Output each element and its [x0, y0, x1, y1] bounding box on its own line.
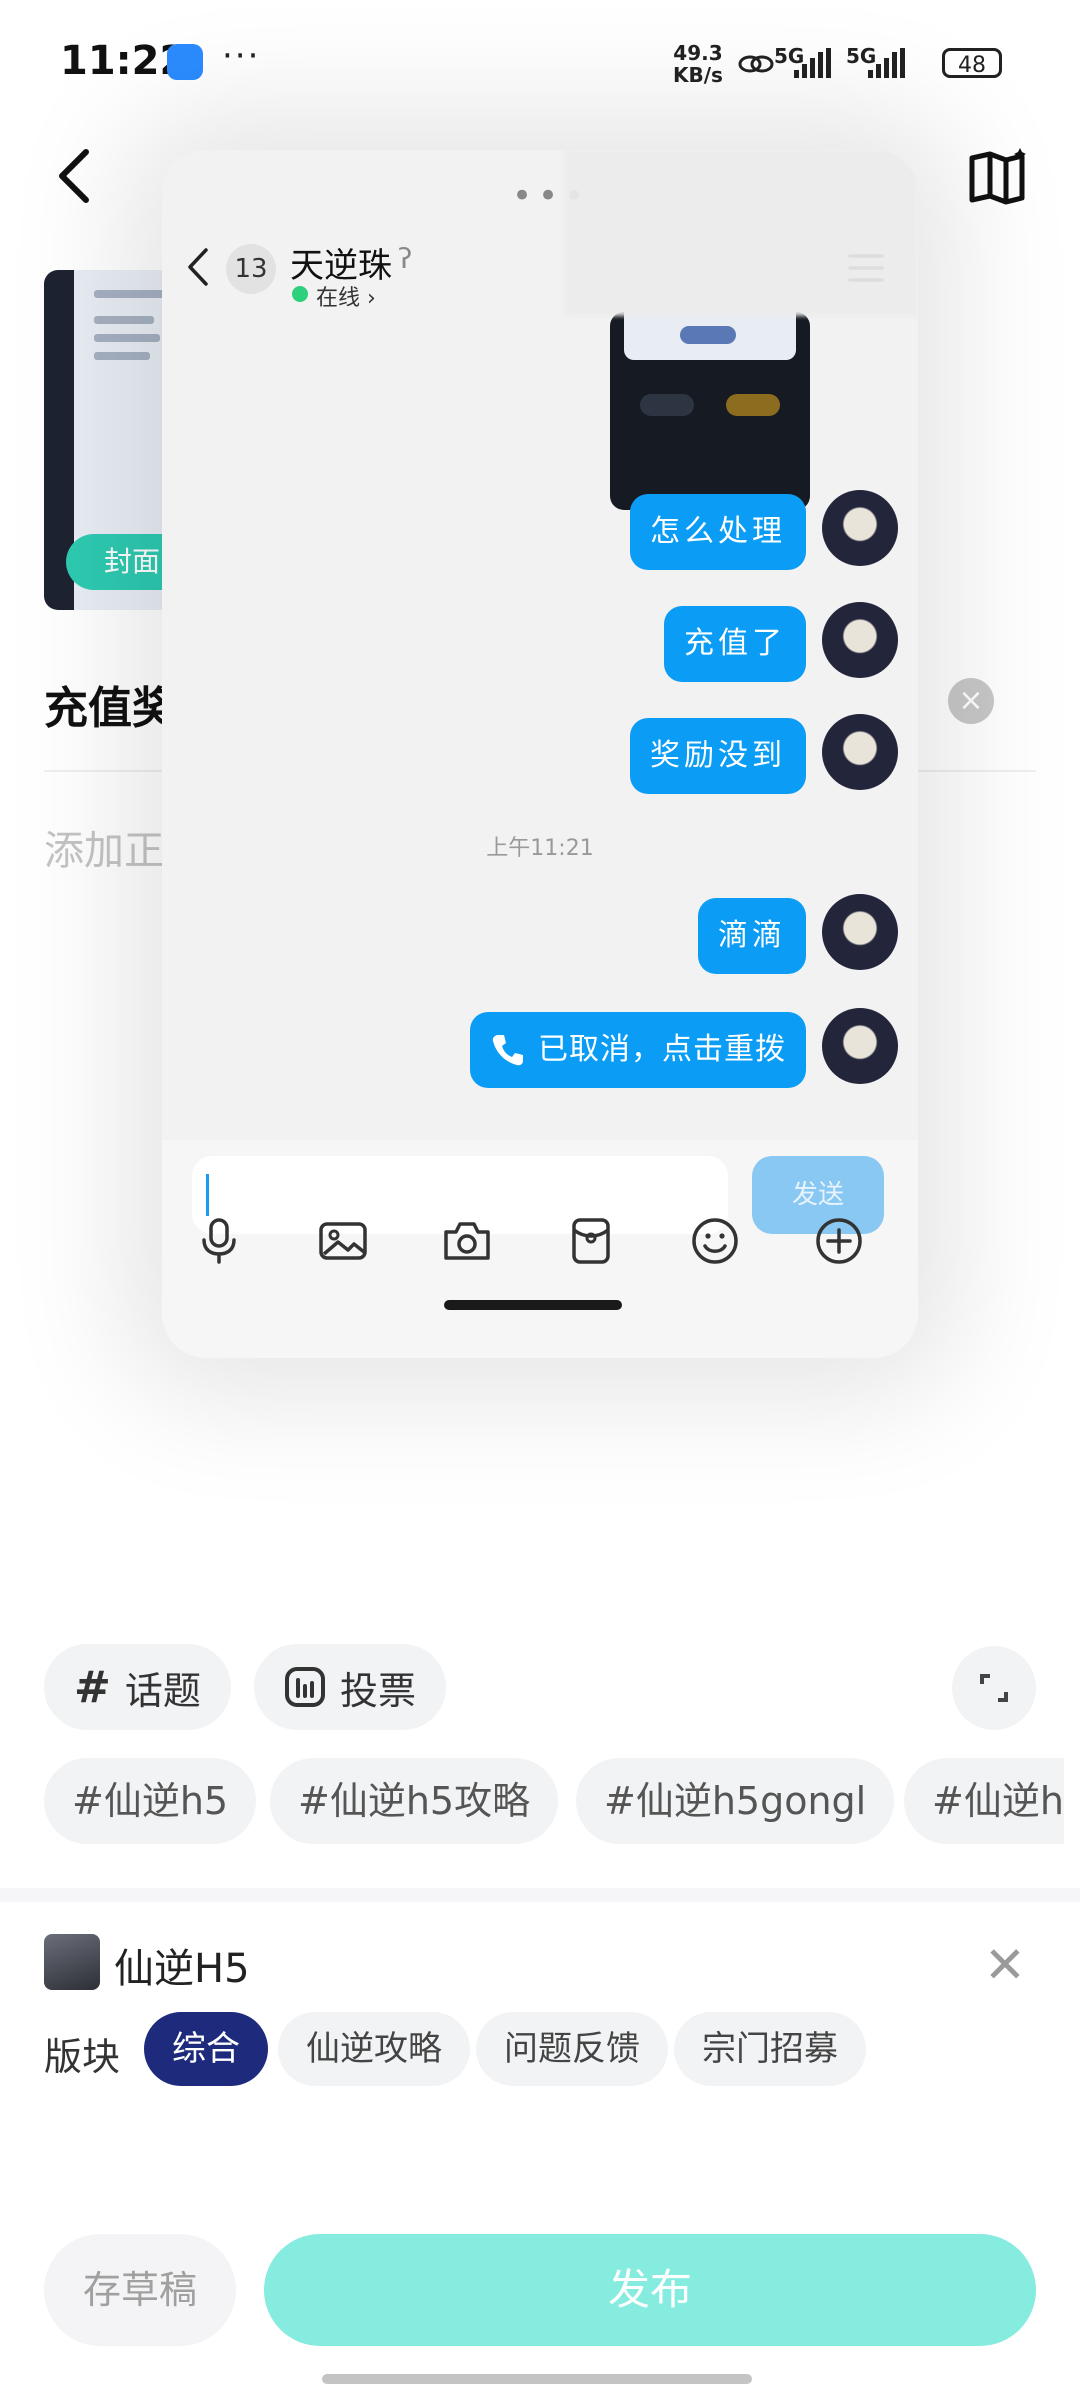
suggested-tag[interactable]: #仙逆h	[904, 1758, 1064, 1844]
more-plus-icon[interactable]	[814, 1216, 864, 1266]
emoji-icon[interactable]	[690, 1216, 740, 1266]
save-draft-button[interactable]: 存草稿	[44, 2234, 236, 2346]
block-option[interactable]: 问题反馈	[476, 2012, 668, 2086]
image-picker-icon[interactable]	[318, 1216, 368, 1266]
post-body-input[interactable]: 添加正	[44, 818, 164, 876]
chat-back-icon[interactable]	[186, 246, 212, 288]
signal-strength-icon-2	[868, 48, 905, 78]
microphone-icon[interactable]	[194, 1216, 244, 1266]
block-option[interactable]: 宗门招募	[674, 2012, 866, 2086]
back-arrow-icon[interactable]	[50, 146, 98, 206]
collapse-corner-icon	[980, 1674, 1008, 1702]
block-option[interactable]: 仙逆攻略	[278, 2012, 470, 2086]
vote-button-label: 投票	[340, 1668, 417, 1713]
text-caret	[206, 1174, 209, 1216]
suggested-tag[interactable]: #仙逆h5攻略	[270, 1758, 559, 1844]
publish-button[interactable]: 发布	[264, 2234, 1036, 2346]
online-status-text: 在线 ›	[316, 286, 376, 311]
user-avatar[interactable]	[822, 894, 898, 970]
unread-count-badge: 13	[226, 244, 276, 294]
net-speed-value: 49.3	[673, 41, 723, 65]
section-separator	[0, 1888, 1080, 1902]
home-indicator[interactable]	[322, 2374, 752, 2384]
topic-button-label: 话题	[124, 1668, 201, 1713]
more-notifications-icon: ···	[222, 36, 261, 76]
phone-icon	[492, 1035, 523, 1066]
topic-button[interactable]: # 话题	[44, 1644, 231, 1730]
call-record-text: 已取消，点击重拨	[538, 1032, 786, 1067]
battery-indicator: 48	[942, 48, 1002, 78]
block-label: 版块	[44, 2035, 121, 2079]
net-speed-unit: KB/s	[673, 63, 723, 87]
user-avatar[interactable]	[822, 714, 898, 790]
message-bubble[interactable]: 怎么处理	[630, 494, 806, 570]
floating-chat-window[interactable]: ••• 13 天逆珠 ʔ 在线 › 怎么处理 充值了 奖励没到 上午11:21 …	[162, 150, 918, 1358]
app-notification-icon	[167, 44, 203, 80]
book-guide-icon[interactable]	[966, 146, 1030, 206]
vote-button[interactable]: 投票	[254, 1644, 447, 1730]
message-bubble[interactable]: 充值了	[664, 606, 806, 682]
message-bubble[interactable]: 奖励没到	[630, 718, 806, 794]
fullscreen-button[interactable]	[952, 1646, 1036, 1730]
red-packet-icon[interactable]	[566, 1216, 616, 1266]
game-avatar	[44, 1934, 100, 1990]
user-avatar[interactable]	[822, 1008, 898, 1084]
suggested-tag[interactable]: #仙逆h5	[44, 1758, 257, 1844]
hotspot-link-icon	[738, 55, 774, 73]
call-record-bubble[interactable]: 已取消，点击重拨	[470, 1012, 806, 1088]
sent-screenshot-image[interactable]	[610, 312, 810, 510]
network-speed: 49.3 KB/s	[673, 42, 723, 86]
earpiece-mode-icon: ʔ	[398, 242, 413, 275]
floating-window-handle[interactable]	[444, 1300, 622, 1310]
user-avatar[interactable]	[822, 602, 898, 678]
message-bubble[interactable]: 滴滴	[698, 898, 806, 974]
signal-strength-icon	[794, 48, 831, 78]
camera-icon[interactable]	[442, 1216, 492, 1266]
online-status-dot	[292, 286, 308, 302]
game-name: 仙逆H5	[114, 1946, 250, 1992]
blurred-region	[564, 150, 918, 316]
time-separator: 上午11:21	[486, 836, 594, 861]
suggested-tag[interactable]: #仙逆h5gongl	[576, 1758, 895, 1844]
post-title-input[interactable]: 充值奖	[44, 672, 176, 736]
vote-icon	[285, 1667, 325, 1707]
hashtag-icon: #	[74, 1661, 111, 1713]
clear-title-icon[interactable]: ×	[948, 678, 994, 724]
user-avatar[interactable]	[822, 490, 898, 566]
block-option-active[interactable]: 综合	[144, 2012, 268, 2086]
remove-game-close-icon[interactable]: ✕	[984, 1936, 1026, 1994]
